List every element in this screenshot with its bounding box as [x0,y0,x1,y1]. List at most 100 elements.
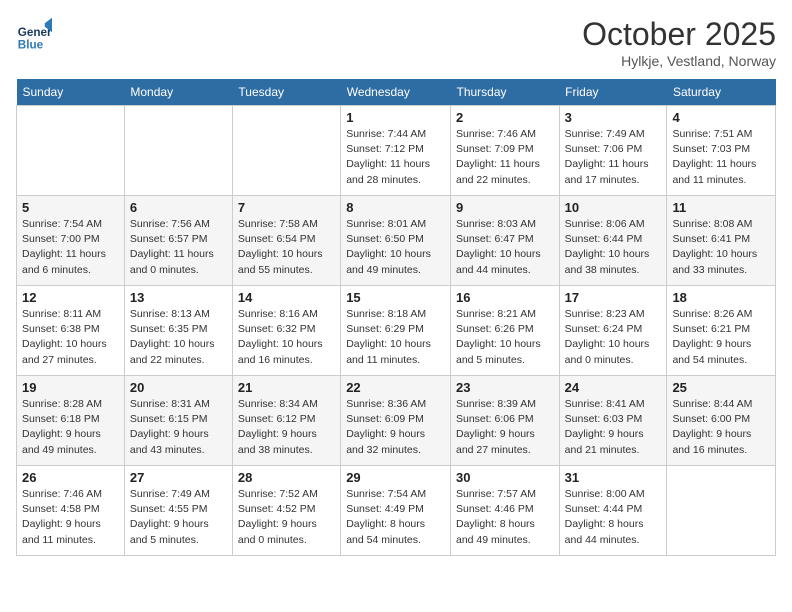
week-row-2: 5 Sunrise: 7:54 AM Sunset: 7:00 PM Daylig… [17,196,776,286]
day-number: 16 [456,290,554,305]
calendar-cell: 6Sunrise: 7:56 AM Sunset: 6:57 PM Daylig… [124,196,232,286]
day-info: Sunrise: 8:06 AM Sunset: 6:44 PM Dayligh… [565,217,662,278]
day-number: 8 [346,200,445,215]
weekday-header-tuesday: Tuesday [232,79,340,106]
calendar-cell [232,106,340,196]
day-number: 22 [346,380,445,395]
day-number: 12 [22,290,119,305]
page-header: General Blue October 2025 Hylkje, Vestla… [16,16,776,69]
day-number: 6 [130,200,227,215]
day-number: 13 [130,290,227,305]
calendar-table: SundayMondayTuesdayWednesdayThursdayFrid… [16,79,776,556]
day-number: 26 [22,470,119,485]
week-row-3: 12 Sunrise: 8:11 AM Sunset: 6:38 PM Dayli… [17,286,776,376]
calendar-cell: 23 Sunrise: 8:39 AM Sunset: 6:06 PM Dayli… [450,376,559,466]
calendar-cell: 9 Sunrise: 8:03 AM Sunset: 6:47 PM Daylig… [450,196,559,286]
calendar-cell: 20 Sunrise: 8:31 AM Sunset: 6:15 PM Dayli… [124,376,232,466]
calendar-cell: 29 Sunrise: 7:54 AM Sunset: 4:49 PM Dayli… [341,466,451,556]
calendar-cell: 3Sunrise: 7:49 AM Sunset: 7:06 PM Daylig… [559,106,667,196]
calendar-cell: 2 Sunrise: 7:46 AM Sunset: 7:09 PM Daylig… [450,106,559,196]
day-info: Sunrise: 7:57 AM Sunset: 4:46 PM Dayligh… [456,487,554,548]
day-number: 21 [238,380,335,395]
day-number: 27 [130,470,227,485]
calendar-cell: 26 Sunrise: 7:46 AM Sunset: 4:58 PM Dayli… [17,466,125,556]
day-number: 11 [672,200,770,215]
day-number: 18 [672,290,770,305]
title-block: October 2025 Hylkje, Vestland, Norway [582,16,776,69]
day-info: Sunrise: 7:49 AM Sunset: 4:55 PM Dayligh… [130,487,227,548]
day-info: Sunrise: 8:23 AM Sunset: 6:24 PM Dayligh… [565,307,662,368]
day-info: Sunrise: 8:44 AM Sunset: 6:00 PM Dayligh… [672,397,770,458]
week-row-1: 1Sunrise: 7:44 AM Sunset: 7:12 PM Daylig… [17,106,776,196]
calendar-cell: 10 Sunrise: 8:06 AM Sunset: 6:44 PM Dayli… [559,196,667,286]
logo: General Blue [16,16,52,52]
calendar-cell: 27 Sunrise: 7:49 AM Sunset: 4:55 PM Dayli… [124,466,232,556]
day-info: Sunrise: 8:11 AM Sunset: 6:38 PM Dayligh… [22,307,119,368]
week-row-4: 19 Sunrise: 8:28 AM Sunset: 6:18 PM Dayli… [17,376,776,466]
day-info: Sunrise: 8:13 AM Sunset: 6:35 PM Dayligh… [130,307,227,368]
day-number: 20 [130,380,227,395]
weekday-header-wednesday: Wednesday [341,79,451,106]
calendar-cell: 28 Sunrise: 7:52 AM Sunset: 4:52 PM Dayli… [232,466,340,556]
day-number: 9 [456,200,554,215]
calendar-cell: 17 Sunrise: 8:23 AM Sunset: 6:24 PM Dayli… [559,286,667,376]
day-number: 31 [565,470,662,485]
day-number: 23 [456,380,554,395]
weekday-header-friday: Friday [559,79,667,106]
calendar-cell: 30 Sunrise: 7:57 AM Sunset: 4:46 PM Dayli… [450,466,559,556]
day-info: Sunrise: 8:26 AM Sunset: 6:21 PM Dayligh… [672,307,770,368]
day-info: Sunrise: 7:52 AM Sunset: 4:52 PM Dayligh… [238,487,335,548]
day-number: 10 [565,200,662,215]
weekday-header-thursday: Thursday [450,79,559,106]
calendar-cell: 8 Sunrise: 8:01 AM Sunset: 6:50 PM Daylig… [341,196,451,286]
svg-text:Blue: Blue [18,38,44,51]
day-info: Sunrise: 8:31 AM Sunset: 6:15 PM Dayligh… [130,397,227,458]
day-info: Sunrise: 8:28 AM Sunset: 6:18 PM Dayligh… [22,397,119,458]
weekday-header-sunday: Sunday [17,79,125,106]
day-number: 5 [22,200,119,215]
calendar-cell: 12 Sunrise: 8:11 AM Sunset: 6:38 PM Dayli… [17,286,125,376]
month-title: October 2025 [582,16,776,53]
day-info: Sunrise: 8:41 AM Sunset: 6:03 PM Dayligh… [565,397,662,458]
day-number: 28 [238,470,335,485]
weekday-header-saturday: Saturday [667,79,776,106]
day-info: Sunrise: 8:01 AM Sunset: 6:50 PM Dayligh… [346,217,445,278]
calendar-cell [17,106,125,196]
day-info: Sunrise: 8:36 AM Sunset: 6:09 PM Dayligh… [346,397,445,458]
day-info: Sunrise: 7:51 AM Sunset: 7:03 PM Dayligh… [672,127,770,188]
calendar-cell [667,466,776,556]
calendar-cell: 19 Sunrise: 8:28 AM Sunset: 6:18 PM Dayli… [17,376,125,466]
day-info: Sunrise: 7:54 AM Sunset: 4:49 PM Dayligh… [346,487,445,548]
logo-icon: General Blue [16,16,52,52]
day-info: Sunrise: 8:18 AM Sunset: 6:29 PM Dayligh… [346,307,445,368]
day-number: 4 [672,110,770,125]
day-number: 30 [456,470,554,485]
day-info: Sunrise: 7:58 AM Sunset: 6:54 PM Dayligh… [238,217,335,278]
calendar-cell: 1Sunrise: 7:44 AM Sunset: 7:12 PM Daylig… [341,106,451,196]
calendar-cell: 15 Sunrise: 8:18 AM Sunset: 6:29 PM Dayli… [341,286,451,376]
weekday-header-monday: Monday [124,79,232,106]
day-info: Sunrise: 8:16 AM Sunset: 6:32 PM Dayligh… [238,307,335,368]
day-info: Sunrise: 7:54 AM Sunset: 7:00 PM Dayligh… [22,217,119,278]
day-number: 15 [346,290,445,305]
day-number: 7 [238,200,335,215]
calendar-cell: 22 Sunrise: 8:36 AM Sunset: 6:09 PM Dayli… [341,376,451,466]
day-number: 17 [565,290,662,305]
week-row-5: 26 Sunrise: 7:46 AM Sunset: 4:58 PM Dayli… [17,466,776,556]
day-info: Sunrise: 7:46 AM Sunset: 4:58 PM Dayligh… [22,487,119,548]
day-info: Sunrise: 8:39 AM Sunset: 6:06 PM Dayligh… [456,397,554,458]
day-info: Sunrise: 7:46 AM Sunset: 7:09 PM Dayligh… [456,127,554,188]
day-number: 25 [672,380,770,395]
calendar-cell: 21Sunrise: 8:34 AM Sunset: 6:12 PM Dayli… [232,376,340,466]
day-number: 14 [238,290,335,305]
day-number: 19 [22,380,119,395]
weekday-header-row: SundayMondayTuesdayWednesdayThursdayFrid… [17,79,776,106]
day-number: 3 [565,110,662,125]
calendar-cell: 18 Sunrise: 8:26 AM Sunset: 6:21 PM Dayli… [667,286,776,376]
calendar-cell: 14 Sunrise: 8:16 AM Sunset: 6:32 PM Dayli… [232,286,340,376]
calendar-cell: 4 Sunrise: 7:51 AM Sunset: 7:03 PM Daylig… [667,106,776,196]
day-number: 2 [456,110,554,125]
day-info: Sunrise: 8:08 AM Sunset: 6:41 PM Dayligh… [672,217,770,278]
day-info: Sunrise: 8:03 AM Sunset: 6:47 PM Dayligh… [456,217,554,278]
day-number: 29 [346,470,445,485]
